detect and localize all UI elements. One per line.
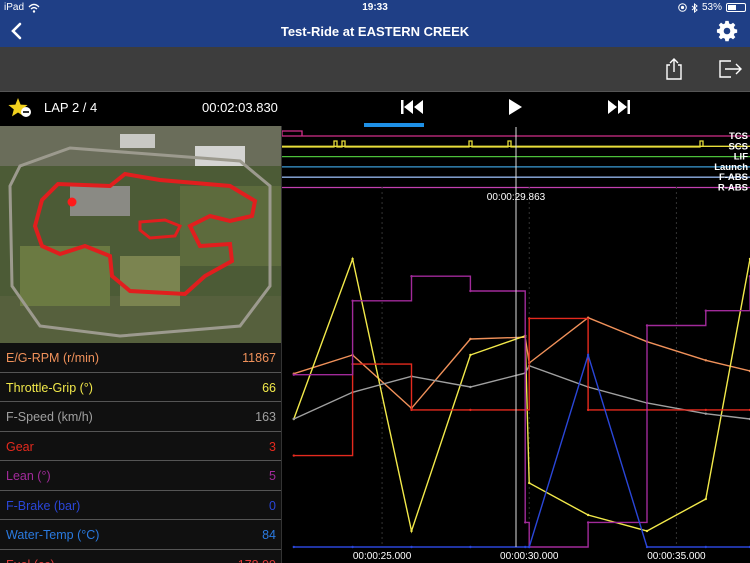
data-point: [645, 545, 649, 549]
data-point: [469, 353, 472, 357]
table-row[interactable]: E/G-RPM (r/min) 11867: [0, 343, 282, 373]
row-label: Throttle-Grip (°): [6, 380, 93, 395]
data-point: [586, 408, 590, 412]
series-line-2: [293, 364, 750, 420]
data-point: [524, 545, 527, 549]
data-point: [292, 545, 295, 549]
page-title: Test-Ride at EASTERN CREEK: [280, 24, 470, 39]
table-row[interactable]: Lean (°) 5: [0, 461, 282, 491]
row-label: Lean (°): [6, 469, 51, 483]
data-point: [704, 545, 707, 549]
data-point: [586, 521, 590, 524]
data-point: [586, 353, 590, 357]
data-point: [351, 257, 354, 261]
table-row[interactable]: Fuel (cc) 178.99: [0, 550, 282, 563]
series-line-5: [293, 352, 750, 548]
series-line-1: [293, 256, 750, 534]
data-point: [704, 408, 707, 412]
clock: 19:33: [362, 2, 388, 13]
row-label: F-Speed (km/h): [6, 410, 93, 424]
row-label: E/G-RPM (r/min): [6, 351, 100, 365]
data-point: [586, 513, 590, 517]
data-point: [469, 337, 472, 341]
data-point: [469, 408, 472, 412]
data-point: [524, 521, 527, 524]
lap-time: 00:02:03.830: [202, 100, 278, 115]
row-value: 0: [269, 498, 276, 513]
data-point: [410, 529, 413, 533]
cursor-time-label: 00:00:29.863: [487, 192, 546, 203]
row-value: 163: [255, 410, 276, 424]
data-point: [528, 481, 531, 485]
series-line-3: [293, 317, 750, 457]
row-value: 5: [269, 469, 276, 483]
skip-back-button[interactable]: [400, 98, 424, 116]
row-label: Fuel (cc): [6, 558, 55, 563]
data-point: [528, 317, 531, 320]
row-label: F-Brake (bar): [6, 498, 81, 513]
data-point: [410, 545, 413, 549]
series-line-4: [293, 275, 750, 548]
flag-label: R-ABS: [718, 183, 748, 194]
table-row[interactable]: F-Speed (km/h) 163: [0, 402, 282, 432]
status-bar: iPad 19:33 53%: [0, 0, 750, 16]
data-point: [469, 385, 472, 389]
data-point: [645, 324, 649, 327]
skip-forward-button[interactable]: [607, 98, 631, 116]
data-point: [704, 497, 707, 501]
x-ticks: 00:00:25.000 00:00:30.000 00:00:35.000: [353, 551, 706, 562]
bluetooth-icon: [691, 2, 698, 13]
share-icon[interactable]: [662, 57, 686, 81]
telemetry-chart[interactable]: TCSSCSLIFLaunchF-ABSR-ABS 00:00:29.863 0…: [282, 127, 750, 563]
row-label: Water-Temp (°C): [6, 528, 100, 542]
x-tick-label: 00:00:35.000: [647, 551, 706, 562]
series-line-0: [293, 316, 750, 410]
table-row[interactable]: F-Brake (bar) 0: [0, 491, 282, 520]
location-icon: [678, 3, 687, 12]
toolbar: [0, 47, 750, 92]
data-point: [704, 359, 707, 362]
data-point: [704, 309, 707, 312]
table-row[interactable]: Throttle-Grip (°) 66: [0, 373, 282, 402]
tcs-flag-pulse: [282, 130, 303, 136]
data-point: [351, 299, 354, 302]
play-button[interactable]: [506, 98, 524, 116]
row-value: 11867: [242, 351, 276, 365]
row-value: 178.99: [238, 558, 276, 563]
table-row[interactable]: Water-Temp (°C) 84: [0, 520, 282, 550]
data-point: [469, 289, 472, 293]
row-value: 66: [262, 380, 276, 395]
status-right: 53%: [678, 2, 746, 13]
battery-icon: [726, 3, 746, 12]
data-point: [528, 545, 531, 549]
data-point: [292, 417, 295, 421]
data-point: [645, 529, 649, 533]
row-value: 3: [269, 439, 276, 454]
track-map[interactable]: [0, 126, 282, 343]
data-point: [351, 545, 354, 549]
x-tick-label: 00:00:30.000: [500, 551, 559, 562]
data-point: [704, 412, 707, 415]
x-tick-label: 00:00:25.000: [353, 551, 412, 562]
table-row[interactable]: Gear 3: [0, 432, 282, 461]
data-point: [292, 454, 295, 457]
data-point: [469, 545, 472, 549]
control-bar: LAP 2 / 4 00:02:03.830: [0, 92, 750, 123]
data-point: [410, 275, 413, 278]
navigation-bar: Test-Ride at EASTERN CREEK: [0, 16, 750, 47]
lap-indicator: LAP 2 / 4: [44, 100, 98, 115]
rider-position-marker: [67, 197, 77, 207]
series-lines: [292, 256, 750, 549]
gear-icon[interactable]: [716, 20, 738, 42]
star-minus-icon[interactable]: [8, 97, 32, 119]
telemetry-table: E/G-RPM (r/min) 11867 Throttle-Grip (°) 66 F…: [0, 343, 282, 563]
export-icon[interactable]: [717, 57, 743, 81]
data-point: [292, 373, 295, 376]
row-label: Gear: [6, 439, 34, 454]
data-point: [410, 408, 413, 412]
row-value: 84: [262, 528, 276, 542]
battery-percent: 53%: [701, 2, 722, 13]
